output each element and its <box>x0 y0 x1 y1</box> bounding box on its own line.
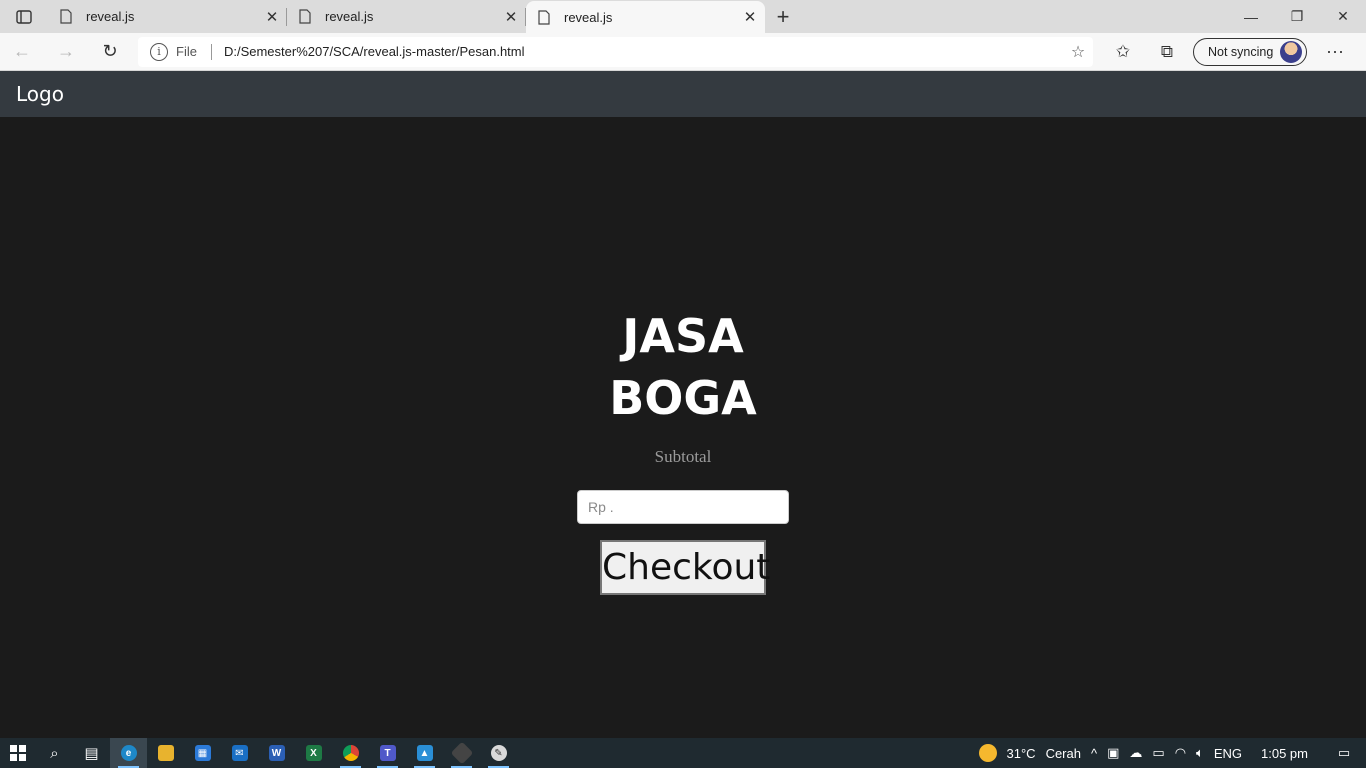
weather-icon[interactable] <box>978 744 997 762</box>
address-url[interactable]: D:/Semester%207/SCA/reveal.js-master/Pes… <box>224 44 1063 59</box>
subtotal-label: Subtotal <box>654 447 712 466</box>
teams-icon: T <box>379 745 396 761</box>
taskbar-app-photos[interactable]: ▲ <box>406 738 443 768</box>
favorites-icon[interactable]: ✩ <box>1101 42 1145 62</box>
browser-tab[interactable]: reveal.js ✕ <box>287 0 526 33</box>
address-bar[interactable]: i File D:/Semester%207/SCA/reveal.js-mas… <box>138 36 1093 67</box>
word-icon: W <box>268 745 285 761</box>
window-controls: — ❐ ✕ <box>1228 0 1366 33</box>
paint-icon: ✎ <box>490 745 507 761</box>
photos-icon: ▲ <box>416 745 433 761</box>
forward-button[interactable]: → <box>44 36 88 68</box>
address-scheme: File <box>176 44 197 59</box>
minimize-icon[interactable]: — <box>1228 0 1274 33</box>
battery-icon[interactable]: ▭ <box>1152 745 1164 761</box>
taskbar-app-store[interactable]: ▦ <box>184 738 221 768</box>
browser-toolbar: ← → ↻ i File D:/Semester%207/SCA/reveal.… <box>0 33 1366 71</box>
checkout-button[interactable]: Checkout <box>600 540 770 595</box>
tab-actions-icon <box>16 9 32 24</box>
system-tray: 31°C Cerah ^ ▣ ☁ ▭ ◠ 🔈︎ ENG 1:05 pm ▭ <box>974 744 1366 762</box>
web-page: Logo JASA BOGA Subtotal Checkout <box>0 71 1366 738</box>
folder-icon <box>157 745 174 761</box>
tab-title: reveal.js <box>564 9 613 25</box>
taskbar-app-edge[interactable]: e <box>110 738 147 768</box>
page-title: JASA BOGA <box>0 305 1366 429</box>
tab-title: reveal.js <box>86 9 135 24</box>
avatar <box>1280 40 1302 63</box>
close-tab-icon[interactable]: ✕ <box>496 8 526 26</box>
weather-temp[interactable]: 31°C <box>1007 746 1036 761</box>
page-content: JASA BOGA Subtotal Checkout <box>0 117 1366 738</box>
collections-icon[interactable]: ⧉ <box>1145 42 1189 62</box>
taskbar-app-chrome[interactable] <box>332 738 369 768</box>
taskbar-app-file-explorer[interactable] <box>147 738 184 768</box>
search-icon[interactable]: ⌕ <box>36 738 73 768</box>
restore-icon[interactable]: ❐ <box>1274 0 1320 33</box>
page-title-line2: BOGA <box>609 371 757 425</box>
git-icon <box>450 741 473 765</box>
language-indicator[interactable]: ENG <box>1214 746 1242 761</box>
edge-icon: e <box>120 745 137 761</box>
profile-button[interactable]: Not syncing <box>1193 37 1307 66</box>
weather-desc[interactable]: Cerah <box>1046 746 1081 761</box>
notification-icon[interactable]: ▭ <box>1322 745 1366 761</box>
taskbar: ⌕ ▤ e ▦ ✉ W X T ▲ ✎ 31°C Cerah ^ ▣ ☁ ▭ ◠… <box>0 738 1366 768</box>
browser-tab-active[interactable]: reveal.js ✕ <box>526 1 765 33</box>
file-icon <box>299 9 311 24</box>
info-icon[interactable]: i <box>150 42 168 61</box>
address-divider <box>210 43 212 60</box>
windows-icon <box>10 745 26 761</box>
start-button[interactable] <box>0 745 36 761</box>
add-favorite-icon[interactable]: ☆ <box>1063 42 1093 62</box>
taskbar-app-mail[interactable]: ✉ <box>221 738 258 768</box>
taskbar-app-excel[interactable]: X <box>295 738 332 768</box>
taskbar-app-teams[interactable]: T <box>369 738 406 768</box>
back-button[interactable]: ← <box>0 36 44 68</box>
close-tab-icon[interactable]: ✕ <box>735 8 765 26</box>
profile-label: Not syncing <box>1208 44 1274 59</box>
browser-tab-bar: reveal.js ✕ reveal.js ✕ reveal.js ✕ + — … <box>0 0 1366 33</box>
mail-icon: ✉ <box>231 745 248 761</box>
taskbar-app-word[interactable]: W <box>258 738 295 768</box>
taskbar-app-git[interactable] <box>443 738 480 768</box>
excel-icon: X <box>305 745 322 761</box>
close-tab-icon[interactable]: ✕ <box>257 8 287 26</box>
browser-tab[interactable]: reveal.js ✕ <box>48 0 287 33</box>
logo[interactable]: Logo <box>16 82 64 106</box>
file-icon <box>538 9 550 25</box>
tab-actions-button[interactable] <box>0 0 48 33</box>
amount-input[interactable] <box>577 490 789 524</box>
onedrive-icon[interactable]: ☁ <box>1129 745 1142 761</box>
clock-time[interactable]: 1:05 pm <box>1261 746 1308 761</box>
volume-icon[interactable]: 🔈︎ <box>1196 745 1204 761</box>
store-icon: ▦ <box>194 745 211 761</box>
task-view-icon[interactable]: ▤ <box>73 738 110 768</box>
close-window-icon[interactable]: ✕ <box>1320 0 1366 33</box>
meet-now-icon[interactable]: ▣ <box>1107 745 1119 761</box>
chrome-icon <box>342 745 359 761</box>
more-options-icon[interactable]: ··· <box>1313 41 1357 62</box>
file-icon <box>60 9 72 24</box>
new-tab-button[interactable]: + <box>765 0 801 33</box>
wifi-icon[interactable]: ◠ <box>1175 745 1186 761</box>
navbar: Logo <box>0 71 1366 117</box>
page-title-line1: JASA <box>622 309 744 363</box>
taskbar-app-paint[interactable]: ✎ <box>480 738 517 768</box>
refresh-button[interactable]: ↻ <box>88 36 132 68</box>
chevron-up-icon[interactable]: ^ <box>1091 746 1097 761</box>
tab-title: reveal.js <box>325 9 374 24</box>
